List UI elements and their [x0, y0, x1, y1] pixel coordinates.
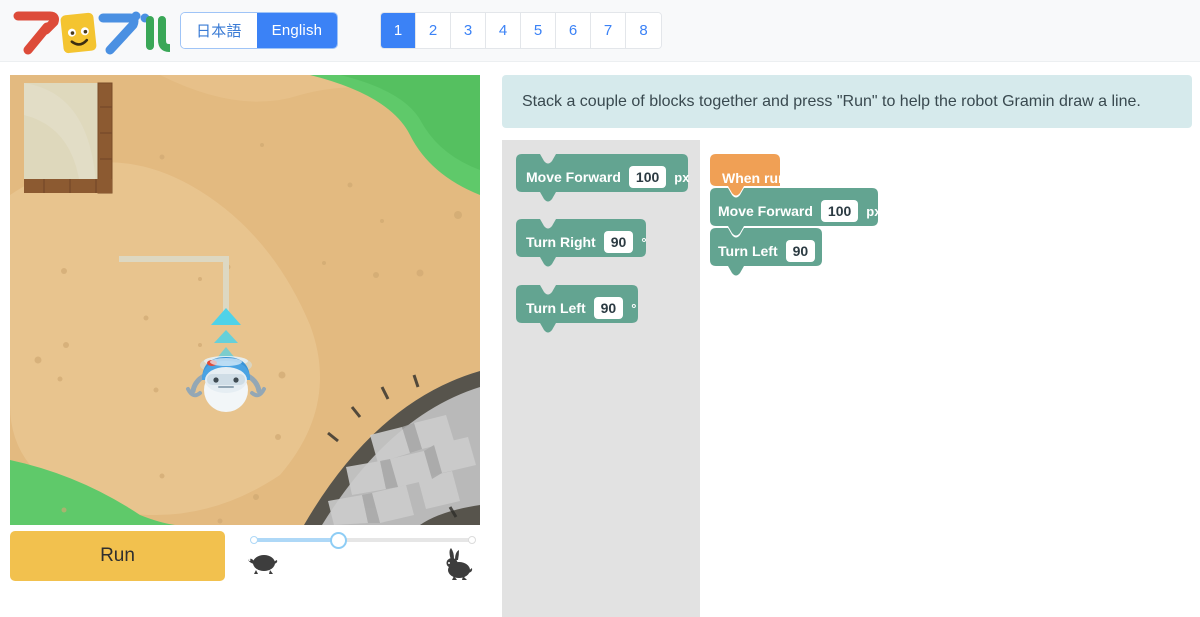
page-button-7[interactable]: 7	[591, 13, 626, 48]
game-canvas[interactable]	[10, 75, 480, 525]
workspace-block-turn-left[interactable]: Turn Left 90 °	[708, 226, 828, 276]
page-button-8[interactable]: 8	[626, 13, 661, 48]
page-button-6[interactable]: 6	[556, 13, 591, 48]
level-pagination[interactable]: 1 2 3 4 5 6 7 8	[380, 12, 662, 49]
instruction-banner: Stack a couple of blocks together and pr…	[502, 75, 1192, 128]
speed-slider[interactable]	[242, 531, 482, 591]
app-logo[interactable]	[10, 6, 173, 56]
block-value-field[interactable]: 100	[820, 200, 859, 222]
block-unit: °	[641, 234, 647, 250]
language-switcher[interactable]: 日本語 English	[180, 12, 339, 49]
block-value-field[interactable]: 90	[603, 231, 634, 253]
block-label: Move Forward	[718, 203, 813, 219]
stage-controls: Run	[10, 531, 480, 591]
block-value-field[interactable]: 90	[785, 240, 816, 262]
app-header: 日本語 English 1 2 3 4 5 6 7 8	[0, 0, 1200, 62]
block-value-field[interactable]: 100	[628, 166, 667, 188]
block-palette[interactable]: Move Forward 100 px Turn Right 90 ° Turn…	[502, 140, 700, 617]
block-unit: px	[866, 203, 882, 219]
speed-slider-max-tick	[468, 536, 476, 544]
page-button-5[interactable]: 5	[521, 13, 556, 48]
page-button-1[interactable]: 1	[381, 13, 416, 48]
block-label: Turn Left	[718, 243, 778, 259]
lang-button-english[interactable]: English	[256, 13, 338, 48]
page-button-4[interactable]: 4	[486, 13, 521, 48]
block-label: Turn Left	[526, 300, 586, 316]
block-label: When run	[722, 170, 787, 186]
block-value-field[interactable]: 90	[593, 297, 624, 319]
palette-block-turn-left[interactable]: Turn Left 90 °	[512, 283, 642, 333]
run-button[interactable]: Run	[10, 531, 225, 581]
speed-slider-thumb[interactable]	[330, 532, 347, 549]
block-unit: °	[631, 300, 637, 316]
speed-slider-min-tick	[250, 536, 258, 544]
palette-block-turn-right[interactable]: Turn Right 90 °	[512, 217, 650, 267]
game-stage-container	[10, 75, 480, 525]
turtle-icon	[246, 549, 280, 579]
block-label: Turn Right	[526, 234, 596, 250]
instruction-text: Stack a couple of blocks together and pr…	[522, 92, 1141, 110]
block-workspace[interactable]: When run Move Forward 100 px Turn Left 9…	[700, 140, 1200, 617]
speed-slider-fill	[254, 538, 338, 542]
block-label: Move Forward	[526, 169, 621, 185]
rabbit-icon	[442, 547, 476, 581]
page-button-3[interactable]: 3	[451, 13, 486, 48]
block-unit: °	[823, 243, 829, 259]
page-button-2[interactable]: 2	[416, 13, 451, 48]
lang-button-japanese[interactable]: 日本語	[181, 13, 257, 48]
block-unit: px	[674, 169, 690, 185]
palette-block-move-forward[interactable]: Move Forward 100 px	[512, 152, 692, 202]
